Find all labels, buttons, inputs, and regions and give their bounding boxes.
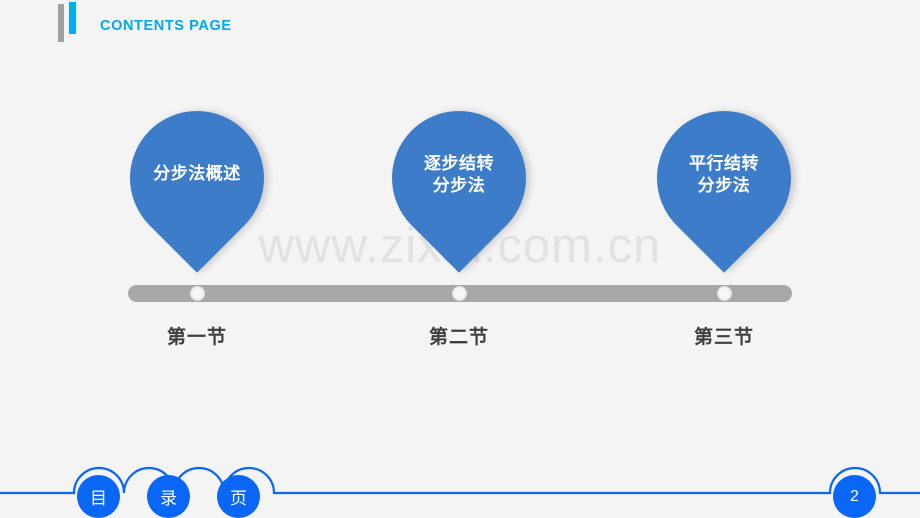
page-number-badge: 2 bbox=[833, 475, 876, 518]
footer-nav-mu[interactable]: 目 bbox=[77, 475, 120, 518]
timeline-pin-label: 平行结转 分步法 bbox=[689, 154, 759, 195]
footer-nav-label: 页 bbox=[230, 489, 247, 508]
header-accent-bar-blue bbox=[69, 2, 76, 34]
page-title: CONTENTS PAGE bbox=[100, 18, 232, 34]
timeline-section-label-1: 第一节 bbox=[166, 327, 227, 348]
timeline-node-dot-2 bbox=[452, 286, 467, 301]
timeline-pin-1[interactable]: 分步法概述 bbox=[102, 83, 292, 273]
slide-header: CONTENTS PAGE bbox=[0, 0, 920, 56]
footer-nav-label: 目 bbox=[90, 489, 107, 508]
footer-arch-line bbox=[0, 466, 920, 495]
slide-canvas: CONTENTS PAGE www.zixin.com.cn 分步法概述 第一节… bbox=[0, 0, 920, 518]
timeline-section-label-2: 第二节 bbox=[428, 327, 489, 348]
header-accent-bar-gray bbox=[58, 4, 64, 42]
page-number-label: 2 bbox=[850, 487, 859, 505]
timeline-section-label-3: 第三节 bbox=[693, 327, 754, 348]
slide-footer: 目 录 页 2 bbox=[0, 458, 920, 518]
footer-nav-label: 录 bbox=[160, 489, 177, 508]
timeline-pin-2[interactable]: 逐步结转 分步法 bbox=[364, 83, 554, 273]
timeline-pin-label: 分步法概述 bbox=[153, 164, 241, 183]
timeline-node-dot-1 bbox=[190, 286, 205, 301]
footer-nav-lu[interactable]: 录 bbox=[147, 475, 190, 518]
timeline-node-dot-3 bbox=[717, 286, 732, 301]
timeline-pin-label: 逐步结转 分步法 bbox=[424, 154, 494, 195]
timeline-pin-3[interactable]: 平行结转 分步法 bbox=[629, 83, 819, 273]
footer-nav-ye[interactable]: 页 bbox=[217, 475, 260, 518]
